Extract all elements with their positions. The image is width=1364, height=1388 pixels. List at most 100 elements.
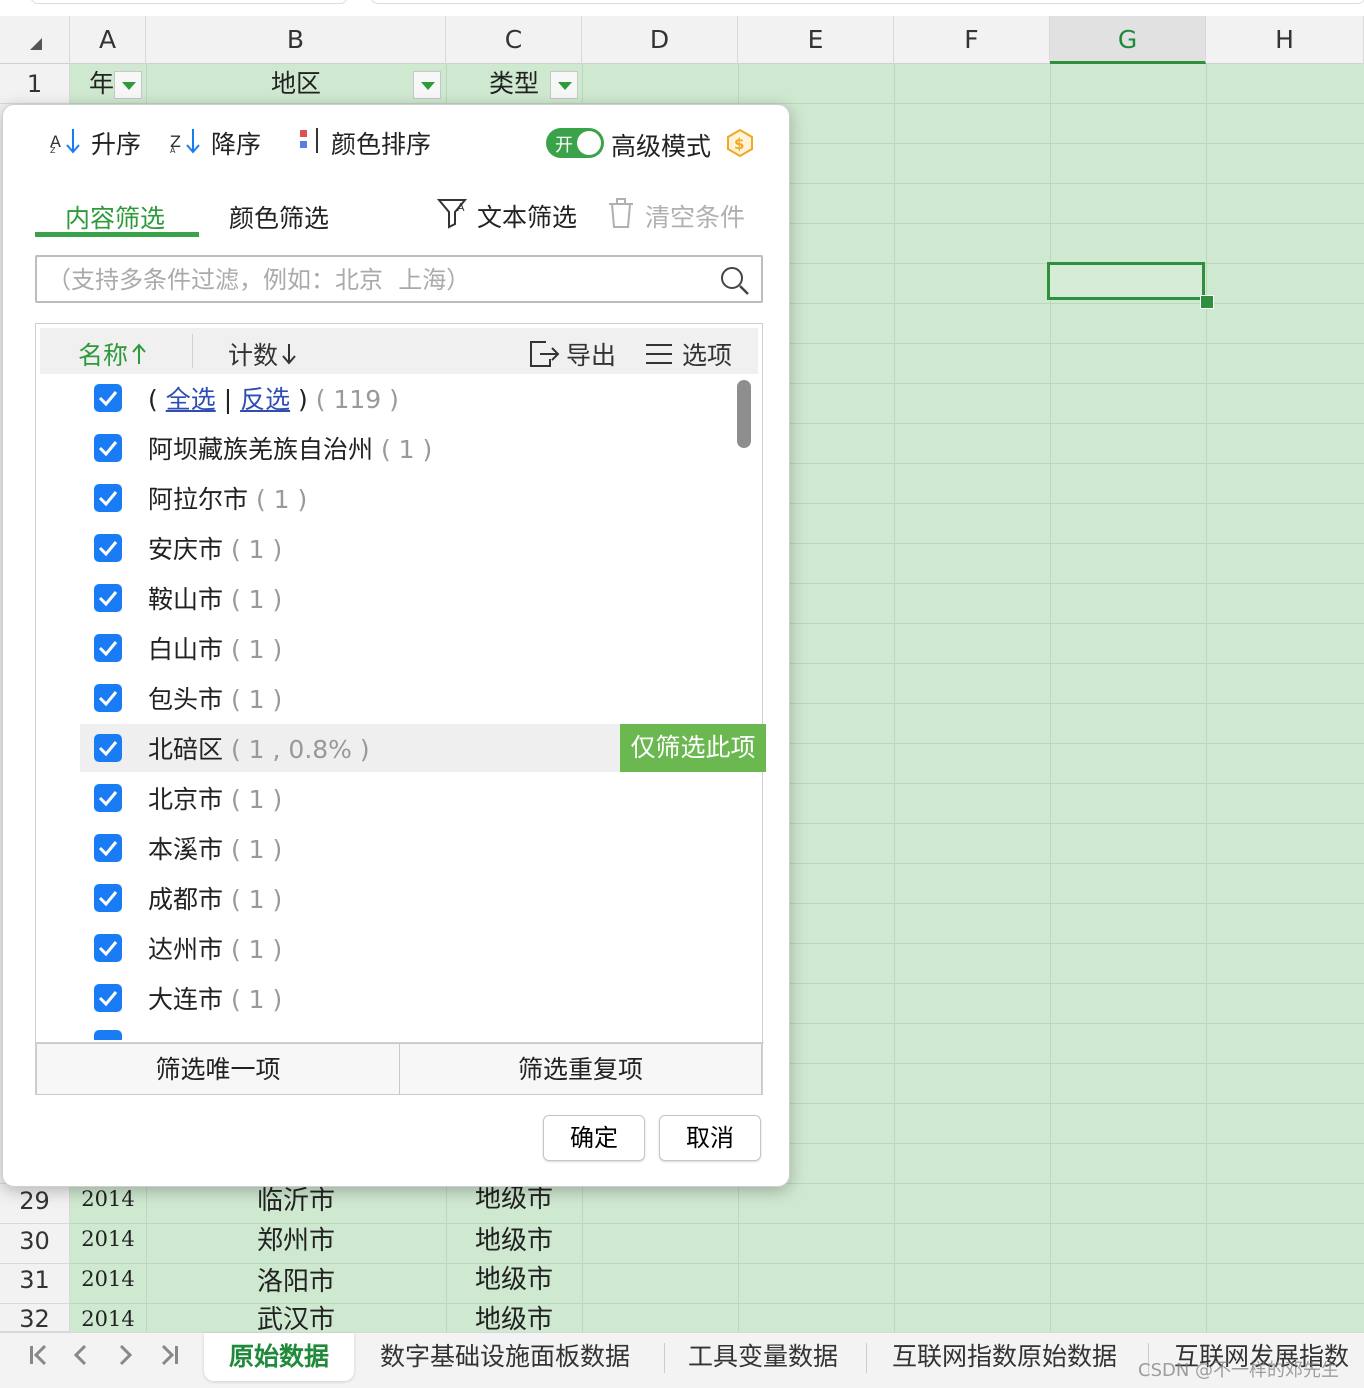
header-cell-region[interactable]: 地区 [146,64,446,104]
filter-search-box[interactable] [35,255,763,303]
options-label: 选项 [682,341,733,370]
ok-button[interactable]: 确定 [543,1115,645,1161]
cancel-button[interactable]: 取消 [659,1115,761,1161]
first-sheet-icon[interactable] [24,1343,54,1374]
sort-by-name-button[interactable]: 名称 [78,336,148,372]
prev-sheet-icon[interactable] [66,1343,96,1374]
item-name: 包头市 [148,685,224,714]
list-item[interactable]: 大连市 ( 1 ) [80,974,730,1022]
list-item[interactable]: 白山市 ( 1 ) [80,624,730,672]
region-cell[interactable]: 临沂市 [146,1184,446,1218]
checkbox-checked-icon[interactable] [94,684,122,712]
header-cell-year[interactable]: 年 [70,64,114,104]
sheet-tab[interactable]: 数字基础设施面板数据 [372,1333,638,1381]
region-cell[interactable]: 武汉市 [146,1304,446,1332]
row-header[interactable]: 32 [0,1304,70,1332]
list-bottom-buttons: 筛选唯一项 筛选重复项 [36,1042,764,1095]
last-sheet-icon[interactable] [154,1343,184,1374]
checkbox-checked-icon[interactable] [94,884,122,912]
list-item-hovered[interactable]: 北碚区 ( 1 , 0.8% ) 仅筛选此项 [80,724,766,772]
year-cell[interactable]: 2014 [70,1224,146,1254]
row-header[interactable]: 30 [0,1224,70,1264]
checkbox-checked-icon[interactable] [94,834,122,862]
scrollbar-thumb[interactable] [737,380,751,448]
column-header-c[interactable]: C [446,16,582,64]
type-cell[interactable]: 地级市 [446,1304,582,1332]
advanced-mode-toggle[interactable]: 开 [546,128,604,158]
checkbox-checked-icon[interactable] [94,634,122,662]
export-button[interactable]: 导出 [528,336,616,372]
row-header[interactable]: 31 [0,1264,70,1304]
column-header-b[interactable]: B [146,16,446,64]
filter-search-input[interactable] [45,262,709,298]
checkbox-checked-icon[interactable] [94,584,122,612]
region-cell[interactable]: 郑州市 [146,1224,446,1258]
list-item[interactable]: 安庆市 ( 1 ) [80,524,730,572]
year-cell[interactable]: 2014 [70,1264,146,1294]
tab-color-filter[interactable]: 颜色筛选 [229,199,329,235]
color-sort-button[interactable]: 颜色排序 [297,125,431,161]
type-cell[interactable]: 地级市 [446,1184,582,1214]
list-item[interactable]: 阿坝藏族羌族自治州 ( 1 ) [80,424,730,472]
item-name: 阿坝藏族羌族自治州 [148,435,374,464]
search-icon[interactable] [719,265,751,301]
checkbox-checked-icon[interactable] [94,734,122,762]
row-header[interactable]: 1 [0,64,70,104]
list-scrollbar[interactable] [733,378,759,1038]
sort-descending-button[interactable]: ZA 降序 [169,125,261,161]
filter-dropdown-button[interactable] [413,71,441,99]
sheet-tab-active[interactable]: 原始数据 [204,1333,354,1381]
column-header-e[interactable]: E [738,16,894,64]
tab-content-filter[interactable]: 内容筛选 [65,199,165,235]
column-header-a[interactable]: A [70,16,146,64]
column-header-f[interactable]: F [894,16,1050,64]
list-item[interactable]: 阿拉尔市 ( 1 ) [80,474,730,522]
filter-duplicate-button[interactable]: 筛选重复项 [399,1043,762,1095]
filter-only-this-button[interactable]: 仅筛选此项 [620,724,766,772]
select-all-link[interactable]: 全选 [166,385,216,414]
invert-selection-link[interactable]: 反选 [240,385,290,414]
type-cell[interactable]: 地级市 [446,1264,582,1296]
svg-text:Z: Z [50,146,56,155]
checkbox-checked-icon[interactable] [94,934,122,962]
sheet-tab[interactable]: 工具变量数据 [680,1333,846,1381]
select-all-corner[interactable] [0,16,70,64]
checkbox-checked-icon[interactable] [94,984,122,1012]
column-header-g[interactable]: G [1050,16,1206,64]
list-item[interactable]: 本溪市 ( 1 ) [80,824,730,872]
checkbox-checked-icon[interactable] [94,784,122,812]
list-item[interactable]: 鞍山市 ( 1 ) [80,574,730,622]
list-item[interactable]: 成都市 ( 1 ) [80,874,730,922]
checkbox-checked-icon[interactable] [94,434,122,462]
item-count: ( 1 ) [230,685,283,714]
list-item[interactable]: 包头市 ( 1 ) [80,674,730,722]
list-item-select-all[interactable]: ( 全选 | 反选 ) ( 119 ) [80,374,730,422]
type-cell[interactable]: 地级市 [446,1224,582,1258]
row-header[interactable]: 29 [0,1184,70,1224]
filter-unique-button[interactable]: 筛选唯一项 [36,1043,400,1095]
fill-handle[interactable] [1200,295,1214,309]
checkbox-checked-icon[interactable] [94,534,122,562]
checkbox-checked-icon[interactable] [94,384,122,412]
item-count: ( 1 ) [230,885,283,914]
filter-dropdown-button[interactable] [114,71,142,99]
svg-text:$: $ [734,135,744,153]
filter-dropdown-button[interactable] [550,71,578,99]
year-cell[interactable]: 2014 [70,1304,146,1332]
next-sheet-icon[interactable] [110,1343,140,1374]
column-header-h[interactable]: H [1206,16,1364,64]
active-cell[interactable] [1047,262,1205,300]
year-cell[interactable]: 2014 [70,1184,146,1214]
clear-conditions-button[interactable]: 清空条件 [607,197,745,235]
sort-ascending-button[interactable]: AZ 升序 [49,125,141,161]
sort-by-count-button[interactable]: 计数 [228,336,298,372]
options-button[interactable]: 选项 [644,336,732,372]
text-filter-button[interactable]: A 文本筛选 [436,197,577,235]
checkbox-checked-icon[interactable] [94,484,122,512]
list-item[interactable]: 北京市 ( 1 ) [80,774,730,822]
column-header-d[interactable]: D [582,16,738,64]
sheet-tab[interactable]: 互联网指数原始数据 [884,1333,1125,1381]
sort-asc-label: 升序 [91,130,142,159]
region-cell[interactable]: 洛阳市 [146,1264,446,1300]
list-item[interactable]: 达州市 ( 1 ) [80,924,730,972]
